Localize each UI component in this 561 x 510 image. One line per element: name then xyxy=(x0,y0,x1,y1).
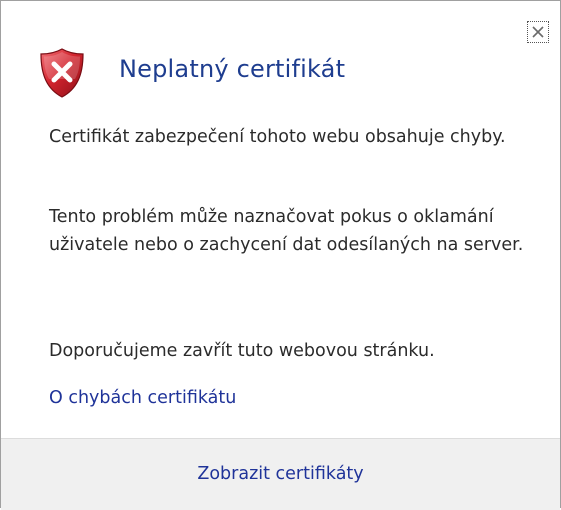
view-certificates-button[interactable]: Zobrazit certifikáty xyxy=(1,439,560,510)
dialog-title: Neplatný certifikát xyxy=(119,55,346,83)
risk-description: Tento problém může naznačovat pokus o ok… xyxy=(49,207,524,255)
close-icon xyxy=(532,26,544,38)
certificate-errors-link[interactable]: O chybách certifikátu xyxy=(49,384,236,412)
dialog-footer: Zobrazit certifikáty xyxy=(1,438,560,510)
close-button[interactable] xyxy=(527,21,549,43)
recommendation-text: Doporučujeme zavřít tuto webovou stránku… xyxy=(49,341,435,361)
certificate-error-popup: Neplatný certifikát Certifikát zabezpeče… xyxy=(0,0,561,510)
error-shield-icon xyxy=(40,48,84,98)
error-description: Certifikát zabezpečení tohoto webu obsah… xyxy=(49,127,506,147)
